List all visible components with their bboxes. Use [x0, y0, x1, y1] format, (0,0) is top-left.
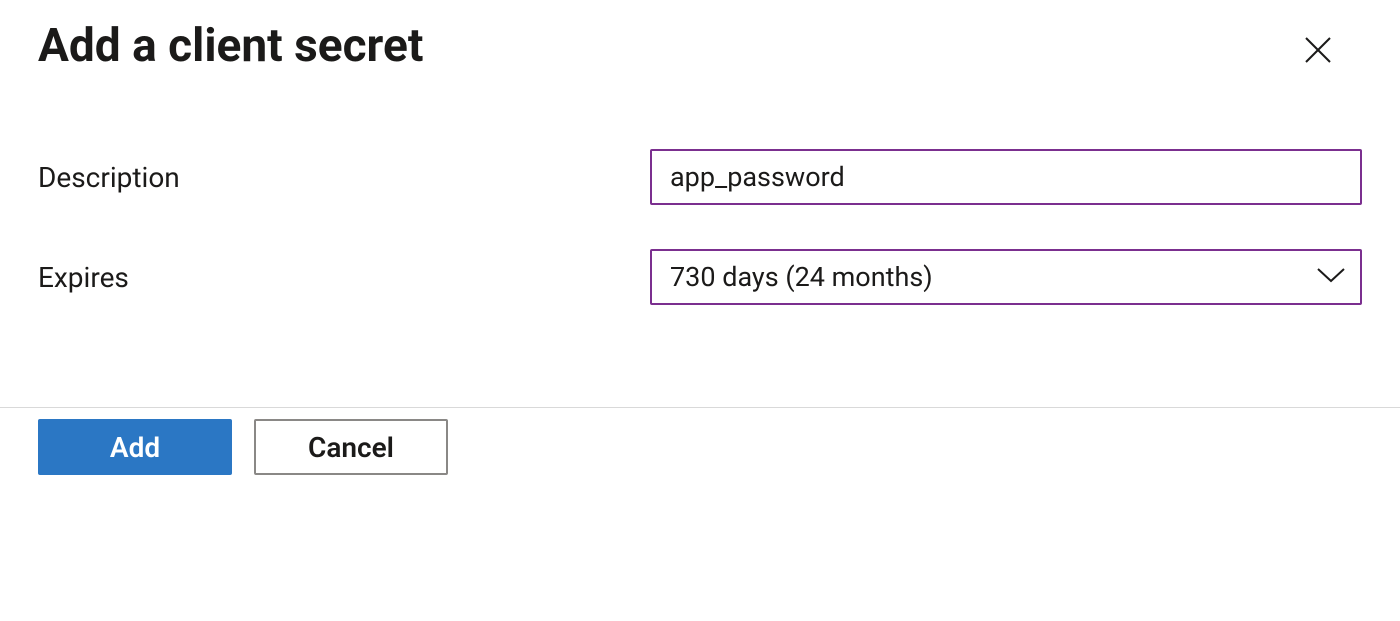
panel-title: Add a client secret [38, 20, 423, 73]
close-icon [1302, 34, 1334, 69]
expires-label: Expires [38, 261, 650, 294]
description-row: Description [38, 149, 1362, 205]
expires-select[interactable]: 730 days (24 months) [650, 249, 1362, 305]
expires-select-wrap: 730 days (24 months) [650, 249, 1362, 305]
cancel-button[interactable]: Cancel [254, 419, 448, 475]
add-button[interactable]: Add [38, 419, 232, 475]
description-label: Description [38, 161, 650, 194]
panel-footer: Add Cancel [0, 363, 1400, 475]
add-client-secret-panel: Add a client secret Description Expires … [0, 0, 1400, 305]
description-input[interactable] [650, 149, 1362, 205]
footer-divider [0, 407, 1400, 408]
expires-row: Expires 730 days (24 months) [38, 249, 1362, 305]
expires-selected-value: 730 days (24 months) [670, 261, 933, 293]
close-button[interactable] [1294, 26, 1342, 77]
panel-header: Add a client secret [38, 20, 1362, 77]
